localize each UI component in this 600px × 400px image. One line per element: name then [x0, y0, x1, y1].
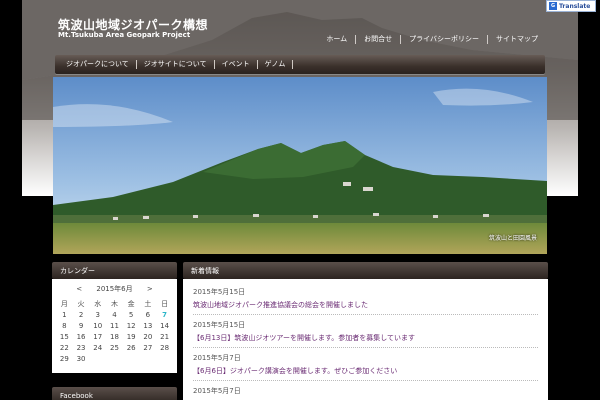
main-nav-events[interactable]: イベント — [215, 60, 258, 69]
news-date: 2015年5月15日 — [193, 321, 246, 329]
calendar-day: 6 — [145, 310, 151, 319]
main-nav-geosites[interactable]: ジオサイトについて — [137, 60, 215, 69]
calendar-day: 23 — [76, 343, 86, 352]
calendar-month: 2015年6月 — [96, 285, 133, 293]
news-entry: 2015年5月15日 【6月13日】筑波山ジオツアーを開催します。参加者を募集し… — [193, 320, 538, 348]
calendar-day: 10 — [93, 321, 103, 330]
translate-label: Translate — [559, 2, 591, 10]
calendar-day: 14 — [160, 321, 170, 330]
calendar-day — [106, 353, 123, 364]
calendar-day: 24 — [93, 343, 103, 352]
calendar-day: 28 — [160, 343, 170, 352]
news-link[interactable]: 【6月13日】筑波山ジオツアーを開催します。参加者を募集しています — [193, 333, 538, 343]
calendar-day: 30 — [76, 354, 86, 363]
hero-image: 筑波山と田園風景 — [53, 77, 547, 254]
calendar-week: 15 16 17 18 19 20 21 — [56, 331, 173, 342]
sidebar: カレンダー < 2015年6月 > 月 火 水 木 金 土 日 1 2 3 4 … — [52, 262, 177, 400]
calendar-day: 27 — [143, 343, 153, 352]
news-date: 2015年5月7日 — [193, 354, 241, 362]
calendar-grid: 月 火 水 木 金 土 日 1 2 3 4 5 6 7 8 9 10 11 12… — [56, 298, 173, 364]
weekday-tue: 火 — [77, 299, 85, 308]
news-entry: 2015年5月7日 — [193, 386, 538, 400]
calendar-week: 8 9 10 11 12 13 14 — [56, 320, 173, 331]
news-section: 新着情報 2015年5月15日 筑波山地域ジオパーク推進協議会の総会を開催しまし… — [183, 262, 548, 400]
calendar-day: 25 — [110, 343, 119, 352]
top-nav-privacy[interactable]: プライバシーポリシー — [400, 35, 487, 44]
calendar-day — [140, 353, 157, 364]
calendar-day: 15 — [59, 332, 69, 341]
weekday-thu: 木 — [110, 299, 118, 308]
calendar-day: 16 — [76, 332, 86, 341]
calendar-day-today[interactable]: 7 — [156, 309, 173, 320]
calendar-week: 29 30 — [56, 353, 173, 364]
hero-photo — [53, 77, 547, 254]
calendar-day: 19 — [126, 332, 136, 341]
news-date: 2015年5月7日 — [193, 387, 241, 395]
calendar-heading: カレンダー — [52, 262, 177, 279]
translate-button[interactable]: G Translate — [546, 0, 596, 12]
calendar-day: 22 — [59, 343, 69, 352]
calendar-day: 13 — [143, 321, 153, 330]
calendar-day — [156, 353, 173, 364]
calendar-day: 11 — [110, 321, 119, 330]
calendar-day: 17 — [93, 332, 103, 341]
calendar-day: 5 — [128, 310, 134, 319]
calendar-prev-button[interactable]: < — [70, 285, 88, 293]
news-link[interactable]: 【6月6日】ジオパーク講演会を開催します。ぜひご参加ください — [193, 366, 538, 376]
calendar-day: 20 — [143, 332, 153, 341]
top-nav-home[interactable]: ホーム — [318, 35, 355, 44]
weekday-wed: 水 — [94, 299, 102, 308]
site-subtitle: Mt.Tsukuba Area Geopark Project — [58, 31, 191, 39]
calendar-day: 1 — [62, 310, 67, 319]
translate-icon: G — [549, 2, 557, 10]
calendar-weekday-row: 月 火 水 木 金 土 日 — [56, 298, 173, 309]
top-nav-sitemap[interactable]: サイトマップ — [487, 35, 546, 44]
news-date: 2015年5月15日 — [193, 288, 246, 296]
calendar-day: 2 — [78, 310, 84, 319]
calendar-day — [89, 353, 106, 364]
calendar-day: 3 — [95, 310, 100, 319]
weekday-sun: 日 — [161, 299, 169, 308]
calendar-title: < 2015年6月 > — [56, 284, 173, 294]
calendar-day — [123, 353, 140, 364]
calendar-day: 12 — [126, 321, 136, 330]
calendar-day: 29 — [59, 354, 69, 363]
calendar-day: 26 — [126, 343, 136, 352]
news-list: 2015年5月15日 筑波山地域ジオパーク推進協議会の総会を開催しました 201… — [183, 279, 548, 400]
news-heading: 新着情報 — [183, 262, 548, 279]
calendar-widget: < 2015年6月 > 月 火 水 木 金 土 日 1 2 3 4 5 6 7 — [52, 279, 177, 373]
news-link[interactable]: 筑波山地域ジオパーク推進協議会の総会を開催しました — [193, 300, 538, 310]
hero-caption: 筑波山と田園風景 — [488, 235, 537, 242]
news-entry: 2015年5月7日 【6月6日】ジオパーク講演会を開催します。ぜひご参加ください — [193, 353, 538, 381]
calendar-day: 21 — [160, 332, 170, 341]
calendar-day: 18 — [110, 332, 119, 341]
calendar-week: 1 2 3 4 5 6 7 — [56, 309, 173, 320]
top-nav-contact[interactable]: お問合せ — [355, 35, 400, 44]
weekday-fri: 金 — [127, 299, 135, 308]
main-nav-about-geopark[interactable]: ジオパークについて — [59, 60, 137, 69]
calendar-week: 22 23 24 25 26 27 28 — [56, 342, 173, 353]
calendar-day: 8 — [62, 321, 67, 330]
news-entry: 2015年5月15日 筑波山地域ジオパーク推進協議会の総会を開催しました — [193, 287, 538, 315]
weekday-mon: 月 — [60, 299, 68, 308]
calendar-day: 9 — [78, 321, 84, 330]
main-nav-genome[interactable]: ゲノム — [258, 60, 294, 69]
weekday-sat: 土 — [144, 299, 152, 308]
calendar-day: 4 — [112, 310, 117, 319]
facebook-heading: Facebook — [52, 387, 177, 400]
main-nav: ジオパークについて ジオサイトについて イベント ゲノム — [55, 55, 545, 74]
calendar-next-button[interactable]: > — [141, 285, 159, 293]
top-nav: ホーム お問合せ プライバシーポリシー サイトマップ — [318, 35, 546, 44]
